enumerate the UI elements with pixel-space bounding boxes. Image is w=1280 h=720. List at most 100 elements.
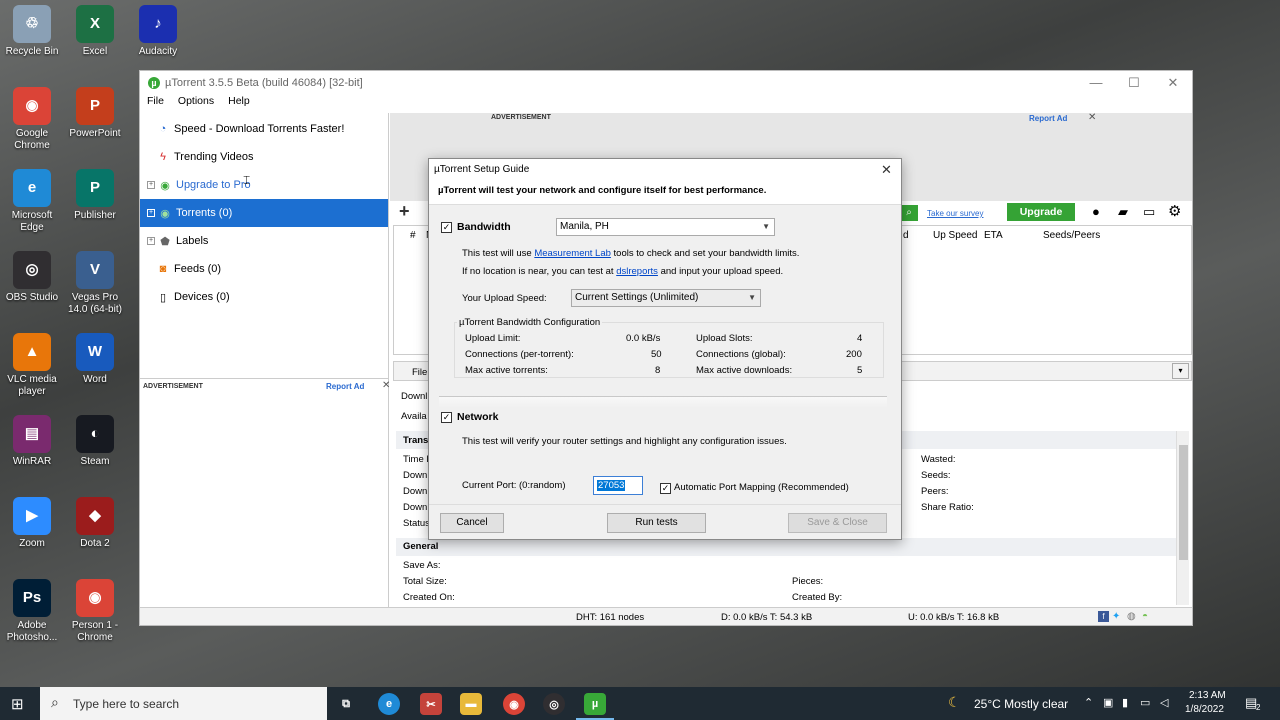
menu-file[interactable]: File bbox=[147, 95, 164, 111]
menu-help[interactable]: Help bbox=[228, 95, 250, 111]
desktop-icon[interactable]: V Vegas Pro 14.0 (64-bit) bbox=[63, 251, 127, 316]
top-report-ad-link[interactable]: Report Ad bbox=[1029, 114, 1067, 123]
dialog-close-icon[interactable]: ✕ bbox=[881, 162, 892, 178]
sidebar-report-ad-link[interactable]: Report Ad bbox=[326, 382, 364, 391]
utorrent-taskbar-icon[interactable]: µ bbox=[584, 693, 606, 715]
snip-taskbar-icon[interactable]: ✂ bbox=[420, 693, 442, 715]
app-icon: ▶ bbox=[13, 497, 51, 535]
microphone-icon[interactable]: ▮ bbox=[1122, 696, 1128, 709]
monitor-icon[interactable]: ▭ bbox=[1143, 204, 1155, 220]
desktop-icon[interactable]: ♲ Recycle Bin bbox=[0, 5, 64, 58]
dialog-progress-bar bbox=[439, 396, 887, 408]
expand-icon[interactable]: + bbox=[147, 209, 155, 217]
desktop-icon[interactable]: Ps Adobe Photosho... bbox=[0, 579, 64, 644]
tray-app-icon[interactable]: ▣ bbox=[1103, 696, 1113, 709]
expand-icon[interactable]: + bbox=[147, 237, 155, 245]
desktop-icon[interactable]: ◉ Person 1 - Chrome bbox=[63, 579, 127, 644]
app-icon: ◆ bbox=[76, 497, 114, 535]
menu-options[interactable]: Options bbox=[178, 95, 214, 111]
details-dropdown-icon[interactable]: ▾ bbox=[1172, 363, 1189, 379]
title-bar[interactable]: µ µTorrent 3.5.5 Beta (build 46084) [32-… bbox=[140, 71, 1192, 95]
tab-files[interactable]: File bbox=[412, 367, 427, 378]
chat-icon[interactable]: ▰ bbox=[1118, 204, 1128, 220]
facebook-icon[interactable]: f bbox=[1098, 611, 1109, 622]
twitter-icon[interactable]: ✦ bbox=[1112, 611, 1123, 622]
sidebar-item-torrents[interactable]: + ◉ Torrents (0) bbox=[140, 199, 388, 227]
desktop-icon[interactable]: ◎ OBS Studio bbox=[0, 251, 64, 304]
file-explorer-icon[interactable]: ▬ bbox=[460, 693, 482, 715]
col-eta[interactable]: ETA bbox=[984, 230, 1003, 241]
desktop-icon[interactable]: ◐ Steam bbox=[63, 415, 127, 468]
chrome-taskbar-icon[interactable]: ◉ bbox=[503, 693, 525, 715]
gear-icon[interactable]: ⚙ bbox=[1168, 202, 1181, 220]
location-select[interactable]: Manila, PH ▼ bbox=[556, 218, 775, 236]
upgrade-button[interactable]: Upgrade bbox=[1007, 203, 1075, 221]
survey-link[interactable]: Take our survey bbox=[927, 209, 983, 218]
edge-taskbar-icon[interactable]: e bbox=[378, 693, 400, 715]
run-tests-button[interactable]: Run tests bbox=[607, 513, 706, 533]
sidebar-item-feeds[interactable]: ◙ Feeds (0) bbox=[140, 255, 388, 283]
desktop-icon[interactable]: ♪ Audacity bbox=[126, 5, 190, 58]
col-up-speed[interactable]: Up Speed bbox=[933, 230, 977, 241]
desktop-icon[interactable]: e Microsoft Edge bbox=[0, 169, 64, 234]
sidebar-item-labels[interactable]: + ⬟ Labels bbox=[140, 227, 388, 255]
desktop-icon[interactable]: P PowerPoint bbox=[63, 87, 127, 140]
close-button[interactable]: ✕ bbox=[1154, 71, 1192, 95]
save-close-button[interactable]: Save & Close bbox=[788, 513, 887, 533]
sidebar-item-speed[interactable]: ◔ Speed - Download Torrents Faster! bbox=[140, 115, 388, 143]
android-icon[interactable]: ◓ bbox=[1142, 611, 1153, 622]
dslreports-link[interactable]: dslreports bbox=[616, 266, 658, 277]
taskbar-search[interactable]: ⌕ Type here to search bbox=[40, 687, 327, 720]
sidebar-ad-close-icon[interactable]: ✕ bbox=[382, 380, 390, 391]
app-icon: ♲ bbox=[13, 5, 51, 43]
col-download-speed[interactable]: d bbox=[903, 230, 909, 241]
add-torrent-icon[interactable]: + bbox=[399, 201, 410, 222]
desktop-icon[interactable]: ▶ Zoom bbox=[0, 497, 64, 550]
upload-speed-select[interactable]: Current Settings (Unlimited) ▼ bbox=[571, 289, 761, 307]
measurement-lab-link[interactable]: Measurement Lab bbox=[534, 248, 611, 259]
desktop-icon[interactable]: X Excel bbox=[63, 5, 127, 58]
sidebar-item-upgrade[interactable]: + ◉ Upgrade to Pro bbox=[140, 171, 388, 199]
desktop-icon[interactable]: ◉ Google Chrome bbox=[0, 87, 64, 152]
desktop-icon[interactable]: ▲ VLC media player bbox=[0, 333, 64, 398]
clock-date[interactable]: 1/8/2022 bbox=[1185, 704, 1224, 715]
globe-icon[interactable]: ◍ bbox=[1127, 611, 1138, 622]
minimize-button[interactable]: — bbox=[1077, 71, 1115, 95]
dialog-title: µTorrent Setup Guide bbox=[434, 164, 530, 175]
weather-text[interactable]: 25°C Mostly clear bbox=[974, 697, 1068, 711]
task-view-icon[interactable]: ⧉ bbox=[335, 693, 357, 715]
top-ad-label: ADVERTISEMENT bbox=[491, 114, 551, 121]
sidebar-item-devices[interactable]: ▯ Devices (0) bbox=[140, 283, 388, 311]
search-icon[interactable]: ⌕ bbox=[900, 205, 918, 221]
show-hidden-icons-icon[interactable]: ⌃ bbox=[1084, 696, 1093, 709]
col-seeds-peers[interactable]: Seeds/Peers bbox=[1043, 230, 1100, 241]
details-scrollbar[interactable] bbox=[1176, 431, 1189, 605]
app-icon: P bbox=[76, 169, 114, 207]
bulb-icon[interactable]: ● bbox=[1092, 204, 1100, 219]
desktop-icon[interactable]: ▤ WinRAR bbox=[0, 415, 64, 468]
desktop-icon[interactable]: P Publisher bbox=[63, 169, 127, 222]
notification-count: 2 bbox=[1256, 703, 1261, 712]
network-checkbox[interactable]: ✓ bbox=[441, 411, 452, 423]
sidebar-item-trending[interactable]: ϟ Trending Videos bbox=[140, 143, 388, 171]
port-input[interactable]: 27053 bbox=[593, 476, 643, 495]
port-mapping-checkbox[interactable]: ✓ bbox=[660, 482, 671, 494]
sidebar: ◔ Speed - Download Torrents Faster! ϟ Tr… bbox=[140, 113, 390, 607]
windows-start-icon[interactable]: ⊞ bbox=[11, 695, 24, 713]
desktop-icon-label: Dota 2 bbox=[80, 538, 110, 549]
col-number[interactable]: # bbox=[410, 230, 416, 241]
weather-moon-icon[interactable]: ☾ bbox=[948, 694, 961, 711]
dht-status: DHT: 161 nodes bbox=[576, 612, 645, 623]
expand-icon[interactable]: + bbox=[147, 181, 155, 189]
network-icon[interactable]: ▭ bbox=[1140, 696, 1150, 709]
bandwidth-checkbox[interactable]: ✓ bbox=[441, 221, 452, 233]
volume-icon[interactable]: ◁ bbox=[1160, 696, 1168, 709]
maximize-button[interactable]: ☐ bbox=[1115, 71, 1153, 95]
desktop-icon[interactable]: W Word bbox=[63, 333, 127, 386]
clock-time[interactable]: 2:13 AM bbox=[1189, 690, 1226, 701]
top-ad-close-icon[interactable]: ✕ bbox=[1088, 112, 1096, 123]
desktop-icon[interactable]: ◆ Dota 2 bbox=[63, 497, 127, 550]
cancel-button[interactable]: Cancel bbox=[440, 513, 504, 533]
obs-taskbar-icon[interactable]: ◎ bbox=[543, 693, 565, 715]
desktop-icon-label: Recycle Bin bbox=[5, 46, 59, 57]
